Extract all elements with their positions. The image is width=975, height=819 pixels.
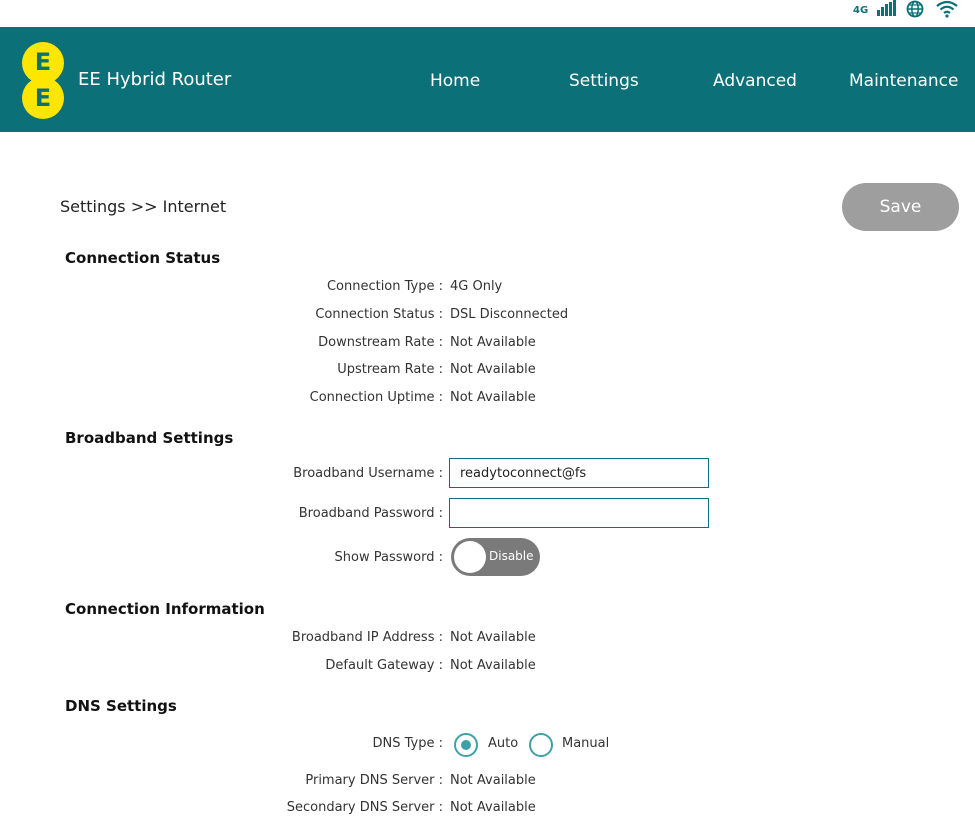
- nav-home[interactable]: Home: [430, 71, 480, 91]
- downstream-rate-value: Not Available: [450, 335, 536, 350]
- ee-logo[interactable]: E E: [22, 42, 64, 119]
- connection-uptime-label: Connection Uptime :: [309, 390, 443, 405]
- upstream-rate-label: Upstream Rate :: [337, 362, 443, 377]
- connection-type-value: 4G Only: [450, 279, 503, 294]
- breadcrumb: Settings >> Internet: [60, 197, 227, 216]
- secondary-dns-label: Secondary DNS Server :: [286, 800, 443, 815]
- logo-letter-bottom: E: [34, 84, 52, 112]
- broadband-ip-label: Broadband IP Address :: [291, 630, 443, 645]
- nav-maintenance[interactable]: Maintenance: [849, 71, 958, 91]
- broadband-username-input[interactable]: [449, 458, 709, 488]
- section-title-connection-information: Connection Information: [65, 600, 265, 618]
- dns-manual-label[interactable]: Manual: [562, 736, 609, 751]
- broadband-ip-value: Not Available: [450, 630, 536, 645]
- broadband-password-input[interactable]: [449, 498, 709, 528]
- save-button[interactable]: Save: [842, 183, 959, 231]
- default-gateway-value: Not Available: [450, 658, 536, 673]
- secondary-dns-value: Not Available: [450, 800, 536, 815]
- section-title-dns-settings: DNS Settings: [65, 697, 177, 715]
- section-title-broadband-settings: Broadband Settings: [65, 429, 234, 447]
- signal-bars-icon: [877, 0, 897, 16]
- toggle-knob: [454, 541, 486, 573]
- broadband-username-label: Broadband Username :: [293, 466, 443, 481]
- dns-type-label: DNS Type :: [372, 736, 444, 751]
- connection-uptime-value: Not Available: [450, 390, 536, 405]
- show-password-label: Show Password :: [334, 550, 443, 565]
- upstream-rate-value: Not Available: [450, 362, 536, 377]
- dns-manual-radio[interactable]: [529, 733, 553, 757]
- logo-letter-top: E: [34, 48, 52, 76]
- show-password-toggle[interactable]: Disable: [451, 538, 540, 576]
- section-title-connection-status: Connection Status: [65, 249, 221, 267]
- nav-settings[interactable]: Settings: [569, 71, 639, 91]
- broadband-password-label: Broadband Password :: [298, 506, 443, 521]
- primary-dns-label: Primary DNS Server :: [305, 773, 443, 788]
- status-bar: 4G: [0, 0, 975, 27]
- dns-auto-radio[interactable]: [454, 733, 478, 757]
- wifi-icon: [935, 0, 959, 18]
- connection-status-value: DSL Disconnected: [450, 307, 569, 322]
- dns-auto-label[interactable]: Auto: [488, 736, 518, 751]
- nav-advanced[interactable]: Advanced: [713, 71, 797, 91]
- connection-status-label: Connection Status :: [315, 307, 443, 322]
- connection-type-label: Connection Type :: [326, 279, 443, 294]
- toggle-state-label: Disable: [489, 549, 534, 563]
- globe-icon: [906, 0, 926, 18]
- network-type-label: 4G: [853, 5, 869, 16]
- default-gateway-label: Default Gateway :: [325, 658, 443, 673]
- downstream-rate-label: Downstream Rate :: [318, 335, 443, 350]
- primary-dns-value: Not Available: [450, 773, 536, 788]
- brand-title: EE Hybrid Router: [78, 69, 232, 90]
- top-header: E E EE Hybrid Router Home Settings Advan…: [0, 27, 975, 132]
